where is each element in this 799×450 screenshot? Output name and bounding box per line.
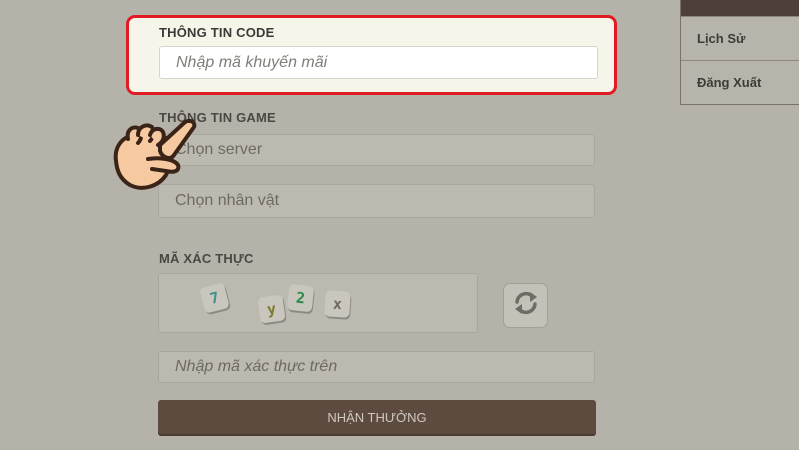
character-select[interactable]: Chọn nhân vật [158, 184, 595, 218]
refresh-icon [510, 287, 542, 324]
captcha-input[interactable]: Nhập mã xác thực trên [158, 351, 595, 383]
code-section-highlight: THÔNG TIN CODE Nhập mã khuyến mãi [126, 15, 617, 95]
claim-reward-button[interactable]: NHẬN THƯỞNG [158, 400, 596, 434]
side-menu-item-label: Lịch Sử [697, 31, 746, 46]
captcha-char: 2 [286, 283, 315, 313]
claim-reward-label: NHẬN THƯỞNG [327, 409, 427, 425]
server-select[interactable]: Chọn server [158, 134, 595, 166]
captcha-char: 7 [199, 282, 230, 314]
code-section-label: THÔNG TIN CODE [159, 25, 275, 40]
captcha-char: y [257, 294, 286, 324]
promo-code-placeholder: Nhập mã khuyến mãi [176, 53, 328, 71]
side-menu-item-history[interactable]: Lịch Sử [681, 17, 799, 61]
captcha-refresh-button[interactable] [503, 283, 548, 328]
hand-pointer-icon [108, 115, 204, 202]
side-menu: Lịch Sử Đăng Xuất [680, 0, 799, 105]
side-menu-item-label: Đăng Xuất [697, 75, 762, 90]
captcha-char: x [324, 290, 351, 318]
captcha-input-placeholder: Nhập mã xác thực trên [175, 358, 338, 375]
captcha-image: 7 y 2 x [158, 273, 478, 333]
captcha-section-label: MÃ XÁC THỰC [159, 251, 254, 266]
side-menu-active-item[interactable] [681, 0, 799, 17]
side-menu-item-logout[interactable]: Đăng Xuất [681, 61, 799, 104]
promo-code-input[interactable]: Nhập mã khuyến mãi [159, 46, 598, 79]
